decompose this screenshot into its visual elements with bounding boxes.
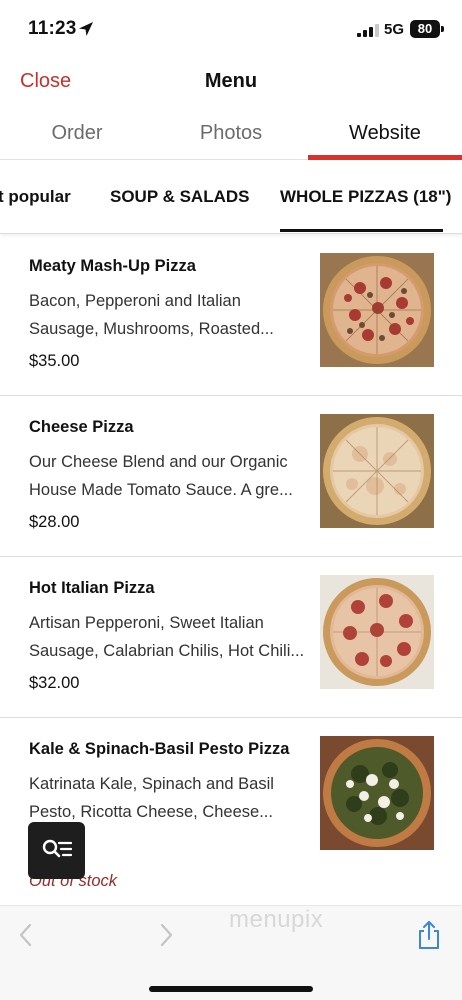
category-tab-soup-salads[interactable]: SOUP & SALADS: [110, 187, 250, 207]
menu-item[interactable]: Meaty Mash-Up Pizza Bacon, Pepperoni and…: [0, 235, 462, 396]
item-name: Kale & Spinach-Basil Pesto Pizza: [29, 740, 290, 758]
share-icon[interactable]: [416, 920, 442, 955]
cheese-pizza-image[interactable]: [320, 414, 434, 528]
item-description-line: Katrinata Kale, Spinach and Basil: [29, 775, 274, 793]
watermark: menupix: [229, 906, 324, 933]
menu-item[interactable]: Cheese Pizza Our Cheese Blend and our Or…: [0, 396, 462, 557]
item-description: Katrinata Kale, Spinach and Basil Pesto,…: [29, 770, 303, 826]
browser-toolbar: menupix: [0, 905, 462, 1000]
status-time: 11:23: [28, 18, 77, 39]
home-indicator: [149, 986, 313, 992]
signal-bars-icon: [357, 24, 379, 37]
battery-cap: [441, 26, 444, 32]
nav-header: Close Menu: [0, 58, 462, 108]
active-category-underline: [280, 229, 443, 232]
battery-indicator: 80: [410, 20, 440, 38]
category-tab-whole-pizzas[interactable]: WHOLE PIZZAS (18"): [280, 187, 451, 207]
item-price: $35.00: [29, 352, 80, 370]
tab-order[interactable]: Order: [0, 122, 154, 145]
chevron-right-icon[interactable]: [156, 922, 176, 953]
pesto-pizza-image[interactable]: [320, 736, 434, 850]
top-tabs: Order Photos Website: [0, 110, 462, 160]
item-description-line: Our Cheese Blend and our Organic: [29, 453, 288, 471]
search-list-icon: [42, 839, 72, 858]
item-description-line: Sausage, Calabrian Chilis, Hot Chili...: [29, 642, 303, 660]
tab-website[interactable]: Website: [308, 122, 462, 145]
item-description: Our Cheese Blend and our Organic House M…: [29, 448, 303, 504]
item-price: $28.00: [29, 513, 80, 531]
item-name: Cheese Pizza: [29, 418, 134, 436]
item-description: Artisan Pepperoni, Sweet Italian Sausage…: [29, 609, 303, 665]
category-tabs[interactable]: t popular SOUP & SALADS WHOLE PIZZAS (18…: [0, 160, 462, 234]
item-name: Meaty Mash-Up Pizza: [29, 257, 196, 275]
item-name: Hot Italian Pizza: [29, 579, 155, 597]
network-label: 5G: [384, 21, 405, 38]
meaty-pizza-image[interactable]: [320, 253, 434, 367]
item-description-line: Bacon, Pepperoni and Italian: [29, 292, 241, 310]
item-description: Bacon, Pepperoni and Italian Sausage, Mu…: [29, 287, 303, 343]
item-description-line: House Made Tomato Sauce. A gre...: [29, 481, 293, 499]
close-button[interactable]: Close: [20, 70, 71, 93]
menu-search-button[interactable]: [28, 822, 85, 879]
item-description-line: Sausage, Mushrooms, Roasted...: [29, 320, 274, 338]
status-bar: 11:23 5G 80: [0, 0, 462, 58]
menu-item[interactable]: Hot Italian Pizza Artisan Pepperoni, Swe…: [0, 557, 462, 718]
item-description-line: Artisan Pepperoni, Sweet Italian: [29, 614, 264, 632]
item-price: $32.00: [29, 674, 80, 692]
location-arrow-icon: [78, 21, 94, 37]
tab-photos[interactable]: Photos: [154, 122, 308, 145]
chevron-left-icon[interactable]: [16, 922, 36, 953]
category-tab-most-popular[interactable]: t popular: [0, 187, 71, 207]
hot-italian-pizza-image[interactable]: [320, 575, 434, 689]
